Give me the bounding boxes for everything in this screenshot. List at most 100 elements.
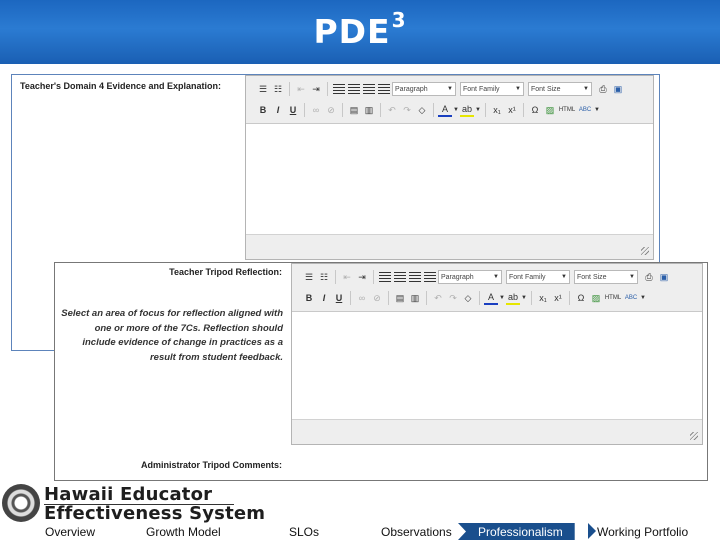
chevron-down-icon: ▼ [629, 274, 635, 280]
toolbar-separator [485, 103, 486, 117]
tripod-reflection-text-area[interactable] [292, 312, 702, 421]
indent-icon[interactable]: ⇥ [355, 270, 369, 284]
undo-icon[interactable]: ↶ [385, 103, 399, 117]
font-size-select-value: Font Size [531, 85, 561, 93]
italic-button[interactable]: I [271, 103, 285, 117]
nav-slos[interactable]: SLOs [289, 525, 319, 539]
chevron-down-icon[interactable]: ▼ [640, 291, 646, 305]
paragraph-select[interactable]: Paragraph ▼ [392, 82, 456, 96]
redo-icon[interactable]: ↷ [400, 103, 414, 117]
chevron-down-icon[interactable]: ▼ [499, 291, 505, 305]
indent-icon[interactable]: ⇥ [309, 82, 323, 96]
toolbar-separator [388, 291, 389, 305]
underline-button[interactable]: U [286, 103, 300, 117]
paste-word-icon[interactable]: ▥ [408, 291, 422, 305]
nav-working-portfolio[interactable]: Working Portfolio [597, 525, 688, 539]
superscript-button[interactable]: x¹ [551, 291, 565, 305]
nav-observations[interactable]: Observations [381, 525, 452, 539]
align-center-icon[interactable] [347, 82, 361, 96]
font-family-select-value: Font Family [509, 273, 546, 281]
font-family-select[interactable]: Font Family ▼ [460, 82, 524, 96]
paste-icon[interactable]: ▤ [393, 291, 407, 305]
chevron-down-icon[interactable]: ▼ [453, 103, 459, 117]
bullet-list-icon[interactable]: ☰ [302, 270, 316, 284]
paste-word-icon[interactable]: ▥ [362, 103, 376, 117]
text-color-icon[interactable]: A [484, 291, 498, 305]
align-right-icon[interactable] [362, 82, 376, 96]
domain4-evidence-text-area[interactable] [246, 124, 653, 235]
bold-button[interactable]: B [302, 291, 316, 305]
admin-tripod-comments-area[interactable] [291, 446, 705, 480]
toolbar-separator [304, 103, 305, 117]
image-icon[interactable]: ▨ [589, 291, 603, 305]
chevron-down-icon: ▼ [493, 274, 499, 280]
align-left-icon[interactable] [378, 270, 392, 284]
nav-overview[interactable]: Overview [45, 525, 95, 539]
outdent-icon[interactable]: ⇤ [294, 82, 308, 96]
paragraph-select[interactable]: Paragraph ▼ [438, 270, 502, 284]
undo-icon[interactable]: ↶ [431, 291, 445, 305]
print-icon[interactable]: ⎙ [642, 270, 656, 284]
highlight-color-icon[interactable]: ab [460, 103, 474, 117]
align-justify-icon[interactable] [423, 270, 437, 284]
domain4-evidence-label: Teacher's Domain 4 Evidence and Explanat… [20, 81, 222, 91]
special-char-button[interactable]: Ω [528, 103, 542, 117]
superscript-button[interactable]: x¹ [505, 103, 519, 117]
nav-professionalism[interactable]: Professionalism [458, 523, 575, 540]
unlink-icon[interactable]: ⊘ [324, 103, 338, 117]
fullscreen-icon[interactable]: ▣ [657, 270, 671, 284]
font-size-select[interactable]: Font Size ▼ [528, 82, 592, 96]
highlight-color-icon[interactable]: ab [506, 291, 520, 305]
chevron-down-icon: ▼ [561, 274, 567, 280]
chevron-down-icon[interactable]: ▼ [594, 103, 600, 117]
special-char-button[interactable]: Ω [574, 291, 588, 305]
image-icon[interactable]: ▨ [543, 103, 557, 117]
numbered-list-icon[interactable]: ☷ [317, 270, 331, 284]
text-color-icon[interactable]: A [438, 103, 452, 117]
nav-growth-model[interactable]: Growth Model [146, 525, 221, 539]
fullscreen-icon[interactable]: ▣ [611, 82, 625, 96]
link-icon[interactable]: ∞ [355, 291, 369, 305]
eraser-icon[interactable]: ◇ [415, 103, 429, 117]
outdent-icon[interactable]: ⇤ [340, 270, 354, 284]
toolbar-separator [531, 291, 532, 305]
italic-button[interactable]: I [317, 291, 331, 305]
link-icon[interactable]: ∞ [309, 103, 323, 117]
subscript-button[interactable]: x₁ [536, 291, 550, 305]
resize-grip-icon[interactable] [641, 247, 649, 255]
toolbar-separator [426, 291, 427, 305]
bold-button[interactable]: B [256, 103, 270, 117]
chevron-down-icon[interactable]: ▼ [521, 291, 527, 305]
chevron-down-icon[interactable]: ▼ [475, 103, 481, 117]
footer-nav: Overview Growth Model SLOs Observations … [0, 523, 720, 540]
tripod-reflection-instructions: Select an area of focus for reflection a… [61, 308, 283, 363]
page-title: PDE3 [0, 8, 720, 51]
print-icon[interactable]: ⎙ [596, 82, 610, 96]
redo-icon[interactable]: ↷ [446, 291, 460, 305]
eraser-icon[interactable]: ◇ [461, 291, 475, 305]
toolbar-separator [380, 103, 381, 117]
paste-icon[interactable]: ▤ [347, 103, 361, 117]
font-size-select[interactable]: Font Size ▼ [574, 270, 638, 284]
align-right-icon[interactable] [408, 270, 422, 284]
resize-grip-icon[interactable] [690, 432, 698, 440]
align-left-icon[interactable] [332, 82, 346, 96]
subscript-button[interactable]: x₁ [490, 103, 504, 117]
tripod-reflection-panel: Teacher Tripod Reflection: Select an are… [54, 262, 708, 481]
spellcheck-button[interactable]: ABC [623, 291, 639, 305]
align-justify-icon[interactable] [377, 82, 391, 96]
align-center-icon[interactable] [393, 270, 407, 284]
bullet-list-icon[interactable]: ☰ [256, 82, 270, 96]
font-family-select[interactable]: Font Family ▼ [506, 270, 570, 284]
underline-button[interactable]: U [332, 291, 346, 305]
brand-logo: Hawaii Educator Effectiveness System [44, 485, 265, 523]
html-button[interactable]: HTML [604, 291, 622, 305]
spellcheck-button[interactable]: ABC [577, 103, 593, 117]
editor-toolbar: ☰ ☷ ⇤ ⇥ Paragraph ▼ Font Family ▼ Font Siz… [246, 76, 653, 124]
html-button[interactable]: HTML [558, 103, 576, 117]
numbered-list-icon[interactable]: ☷ [271, 82, 285, 96]
page-title-text: PDE [313, 12, 391, 51]
toolbar-separator [373, 270, 374, 284]
unlink-icon[interactable]: ⊘ [370, 291, 384, 305]
page-title-superscript: 3 [391, 8, 407, 32]
